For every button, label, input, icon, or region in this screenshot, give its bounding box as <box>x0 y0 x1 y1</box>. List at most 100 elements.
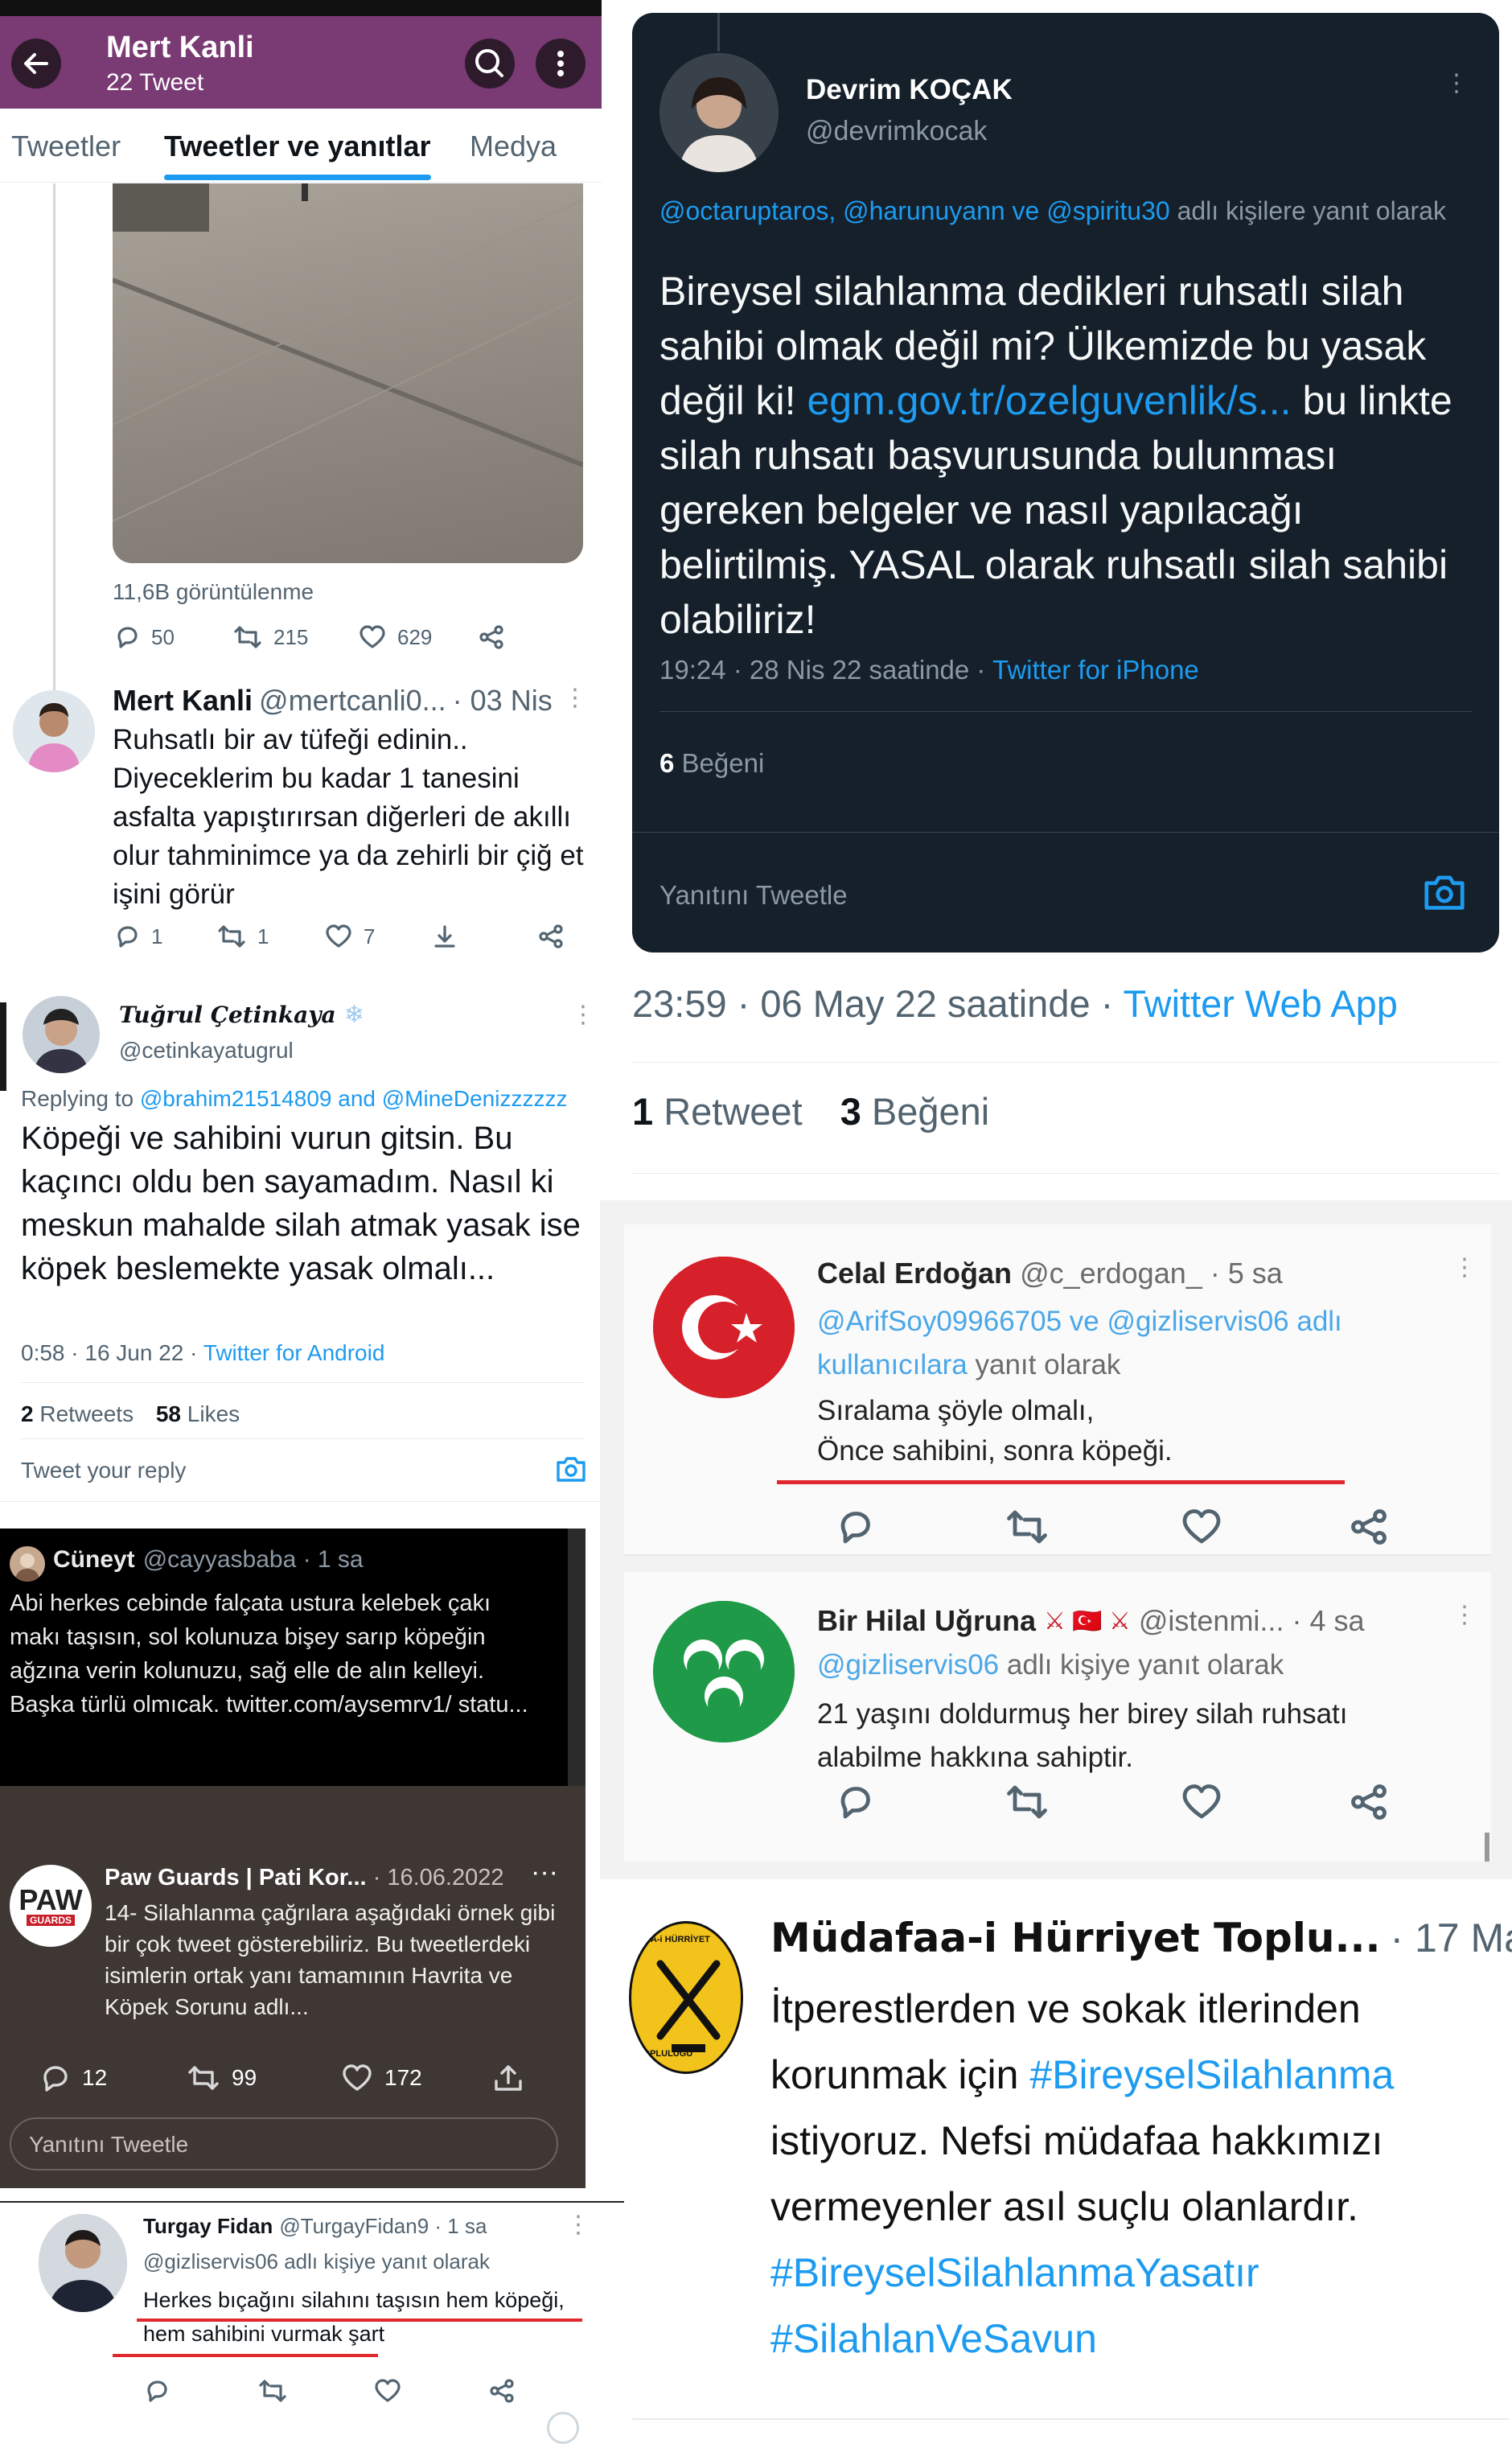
share-icon <box>479 625 503 649</box>
author-handle: @cayyasbaba · 1 sa <box>142 1546 364 1573</box>
avatar[interactable] <box>653 1257 795 1398</box>
reply-input[interactable]: Yanıtını Tweetle <box>659 880 848 911</box>
avatar[interactable] <box>23 996 100 1073</box>
avatar[interactable] <box>659 53 779 172</box>
reply-input[interactable]: Yanıtını Tweetle <box>10 2117 558 2170</box>
like-action[interactable]: 172 <box>341 2063 422 2092</box>
reply-action[interactable] <box>143 2378 171 2404</box>
share-action[interactable] <box>487 2378 516 2404</box>
reply-action[interactable] <box>835 1508 875 1546</box>
reply-action[interactable]: 50 <box>114 624 175 650</box>
retweet-action[interactable]: 99 <box>187 2063 257 2092</box>
share-action[interactable] <box>537 924 565 949</box>
download-action[interactable] <box>431 924 458 949</box>
author-handle: @TurgayFidan9 · 1 sa <box>279 2214 487 2238</box>
like-action[interactable] <box>1181 1508 1222 1546</box>
author-name[interactable]: Bir Hilal Uğruna <box>817 1604 1036 1638</box>
avatar[interactable]: AA-i HÜRRİYET TOPLULUĞU <box>629 1921 743 2074</box>
reply-icon <box>840 1512 870 1544</box>
author-name[interactable]: Cüneyt <box>53 1546 135 1574</box>
camera-button[interactable] <box>555 1454 587 1483</box>
scrollbar[interactable] <box>1485 1833 1489 1862</box>
tweet-stats[interactable]: 6 Beğeni <box>659 748 764 779</box>
back-button[interactable] <box>11 39 61 88</box>
person-photo <box>13 690 95 772</box>
client-link[interactable]: Twitter for iPhone <box>992 655 1199 685</box>
retweet-action[interactable]: 215 <box>233 624 308 650</box>
tab-media[interactable]: Medya <box>470 130 557 163</box>
share-action[interactable] <box>1348 1783 1390 1821</box>
heart-icon <box>1182 1509 1221 1544</box>
retweet-action[interactable] <box>257 2378 288 2404</box>
author-name[interactable]: Turgay Fidan <box>143 2214 273 2239</box>
more-icon[interactable]: ⋮ <box>1444 69 1469 97</box>
retweet-icon <box>1007 1510 1047 1544</box>
replying-users-link[interactable]: @brahim21514809 and @MineDenizzzzzz <box>140 1086 568 1111</box>
egm-link[interactable]: egm.gov.tr/ozelguvenlik/s... <box>807 378 1291 423</box>
replying-to[interactable]: @gizliservis06 adlı kişiye yanıt olarak <box>143 2249 490 2274</box>
author-name[interactable]: Celal Erdoğan <box>817 1257 1012 1290</box>
author-name[interactable]: Tuğrul Çetinkaya <box>119 1002 336 1028</box>
tab-tweets-and-replies[interactable]: Tweetler ve yanıtlar <box>164 130 431 163</box>
turkish-flag-image <box>653 1257 795 1398</box>
avatar[interactable]: PAW GUARDS <box>10 1865 92 1947</box>
retweet-action[interactable] <box>1005 1508 1049 1546</box>
reply-action[interactable] <box>835 1783 875 1821</box>
person-photo <box>23 996 100 1073</box>
share-action[interactable] <box>492 2063 524 2092</box>
more-icon[interactable]: ⋮ <box>1452 1601 1477 1629</box>
person-photo <box>14 1553 40 1582</box>
camera-button[interactable] <box>1422 872 1467 912</box>
camera-icon <box>557 1457 585 1482</box>
reply-action[interactable]: 12 <box>40 2063 107 2092</box>
mentions-link[interactable]: @gizliservis06 <box>817 1649 999 1681</box>
hashtag-link[interactable]: #SilahlanVeSavun <box>770 2306 1494 2372</box>
hashtag-link[interactable]: #BireyselSilahlanmaYasatır <box>770 2240 1494 2306</box>
avatar[interactable] <box>13 690 95 772</box>
red-underline <box>777 1480 1345 1484</box>
share-action[interactable] <box>478 624 505 650</box>
share-action[interactable] <box>1348 1508 1390 1546</box>
avatar[interactable] <box>39 2214 127 2312</box>
author-name[interactable]: Devrim KOÇAK <box>806 74 1013 106</box>
search-button[interactable] <box>465 39 515 88</box>
replying-to: @gizliservis06 adlı kişiye yanıt olarak <box>817 1649 1284 1681</box>
more-icon[interactable]: ⋮ <box>563 684 587 712</box>
avatar[interactable] <box>10 1546 45 1582</box>
more-icon[interactable]: ··· <box>531 1857 558 1888</box>
like-action[interactable] <box>373 2378 402 2404</box>
hashtag-link[interactable]: #BireyselSilahlanma <box>1029 2052 1394 2097</box>
tab-tweets[interactable]: Tweetler <box>11 130 121 163</box>
more-button[interactable] <box>536 39 585 88</box>
share-icon <box>1351 1509 1387 1545</box>
like-action[interactable] <box>1181 1783 1222 1821</box>
like-action[interactable]: 629 <box>359 624 432 650</box>
tweet-photo[interactable] <box>113 183 583 563</box>
reply-input[interactable]: Tweet your reply <box>21 1458 186 1483</box>
retweet-action[interactable]: 1 <box>217 924 269 949</box>
client-link[interactable]: Twitter for Android <box>203 1340 385 1365</box>
tweet-meta: 0:58 · 16 Jun 22 · Twitter for Android <box>21 1340 385 1365</box>
mentions-link[interactable]: @octaruptaros, @harunuyann ve @spiritu30 <box>659 196 1170 225</box>
author-name[interactable]: Mert Kanli <box>113 684 253 718</box>
reply-icon <box>117 926 138 948</box>
more-icon[interactable]: ⋮ <box>1452 1253 1477 1282</box>
tweet-text: 21 yaşını doldurmuş her birey silah ruhs… <box>817 1698 1348 1773</box>
heart-icon <box>375 2379 401 2402</box>
retweet-action[interactable] <box>1005 1783 1049 1821</box>
reply-action[interactable]: 1 <box>114 924 162 949</box>
author-name[interactable]: Müdafaa-i Hürriyet Toplu... <box>770 1915 1380 1961</box>
share-upload-icon <box>495 2065 522 2091</box>
panel-mert-kanli: Mert Kanli 22 Tweet Tweetler Tweetler ve… <box>0 0 602 969</box>
profile-name: Mert Kanli <box>106 31 254 64</box>
snowflake-icon: ❄ <box>343 1002 364 1028</box>
avatar[interactable] <box>653 1601 795 1742</box>
profile-tabs: Tweetler Tweetler ve yanıtlar Medya <box>0 109 602 183</box>
more-icon[interactable]: ⋮ <box>566 2211 590 2239</box>
retweet-icon <box>218 925 245 948</box>
like-action[interactable]: 7 <box>325 924 375 949</box>
author-name[interactable]: Paw Guards | Pati Kor... <box>105 1865 367 1891</box>
share-icon <box>490 2379 514 2403</box>
client-link[interactable]: Twitter Web App <box>1124 982 1398 1025</box>
more-icon[interactable]: ⋮ <box>571 1001 595 1029</box>
